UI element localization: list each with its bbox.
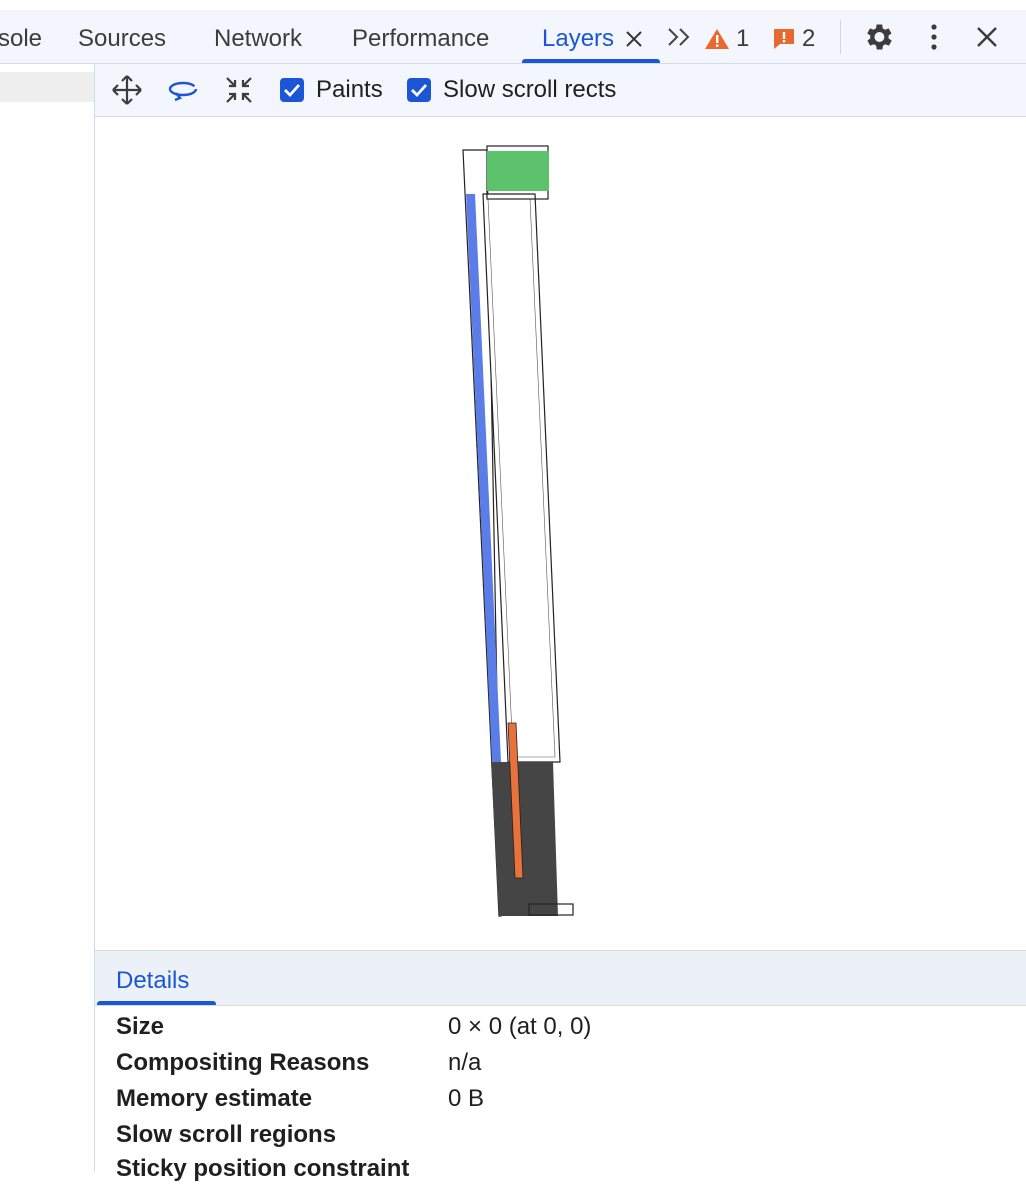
details-key: Sticky position constraint <box>116 1155 410 1182</box>
details-key: Compositing Reasons <box>116 1049 370 1076</box>
layers-3d-viewport[interactable] <box>95 117 1026 950</box>
tab-details[interactable]: Details <box>116 967 189 995</box>
toolbar-divider <box>840 20 841 54</box>
tab-layers[interactable]: Layers <box>542 24 614 54</box>
details-key: Slow scroll regions <box>116 1121 337 1148</box>
issues-counter[interactable]: 2 <box>772 24 815 54</box>
details-tab-bar: Details <box>95 950 1026 1006</box>
warnings-counter[interactable]: 1 <box>704 24 749 54</box>
details-key: Memory estimate <box>116 1085 313 1112</box>
kebab-menu-icon[interactable] <box>926 22 942 52</box>
paints-checkbox[interactable] <box>280 78 304 102</box>
layers-toolbar: Paints Slow scroll rects <box>95 64 1026 117</box>
issues-count: 2 <box>802 25 816 52</box>
details-value: 0 × 0 (at 0, 0) <box>448 1013 592 1040</box>
slow-scroll-rects-checkbox[interactable] <box>407 78 431 102</box>
details-tab-indicator <box>97 1001 216 1005</box>
devtools-tab-bar: sole Sources Network Performance Layers … <box>0 0 1026 64</box>
layers-3d-scene[interactable] <box>95 117 1026 950</box>
settings-gear-icon[interactable] <box>861 20 895 54</box>
close-devtools-icon[interactable] <box>976 26 998 48</box>
tab-network[interactable]: Network <box>214 24 302 54</box>
tab-sources[interactable]: Sources <box>78 24 166 54</box>
layer-green-paint[interactable] <box>487 151 549 191</box>
checkmark-icon <box>411 84 428 98</box>
warnings-count: 1 <box>736 25 750 52</box>
issue-flag-icon <box>774 29 794 49</box>
layer-tree-pane <box>0 64 95 1172</box>
layer-tree-row[interactable] <box>0 72 94 102</box>
reset-transform-icon[interactable] <box>223 74 255 106</box>
details-key: Size <box>116 1013 165 1040</box>
warning-triangle-icon <box>705 29 729 49</box>
layer-dark-paint[interactable] <box>491 762 558 916</box>
window-top-strip <box>0 0 1026 10</box>
pan-mode-icon[interactable] <box>111 74 143 106</box>
close-icon[interactable] <box>624 29 644 49</box>
active-tab-indicator <box>522 59 660 63</box>
details-value: 0 B <box>448 1085 485 1112</box>
tab-performance[interactable]: Performance <box>352 24 489 54</box>
slow-scroll-rects-label: Slow scroll rects <box>443 76 617 103</box>
tab-console[interactable]: sole <box>0 24 42 54</box>
checkmark-icon <box>284 84 301 98</box>
paints-label: Paints <box>316 76 383 103</box>
rotate-mode-icon[interactable] <box>167 74 199 106</box>
chevron-double-right-icon[interactable] <box>666 26 692 48</box>
details-value: n/a <box>448 1049 482 1076</box>
